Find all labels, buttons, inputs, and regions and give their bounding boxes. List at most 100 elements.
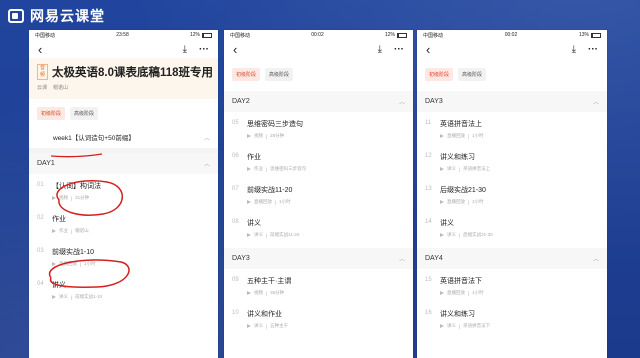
download-icon[interactable]: ⤓ — [183, 44, 187, 55]
lesson-type: 讲义 — [447, 232, 456, 237]
lesson-item[interactable]: 12 讲义和练习 讲义 | 英语拼音法上 — [417, 145, 607, 178]
download-icon[interactable]: ⤓ — [378, 44, 382, 55]
week-label: week1【认词造句+50前缀】 — [53, 135, 135, 142]
lesson-title: 讲义和作业 — [247, 311, 282, 318]
chevron-up-icon: ︿ — [398, 257, 405, 263]
more-icon[interactable]: ··· — [199, 44, 209, 55]
clock: 00:02 — [311, 32, 324, 38]
lesson-item[interactable]: 06 作业 作业 | 思维密码三步造句 — [224, 145, 413, 178]
day-label: DAY1 — [37, 160, 55, 167]
lesson-item[interactable]: 07 前缀实战11-20 直播回放 | 1小时 — [224, 178, 413, 211]
course-title: 太极英语8.0课表底稿118班专用 — [52, 67, 214, 79]
lesson-title: 英语拼音法下 — [440, 278, 482, 285]
lesson-info: 28分钟 — [270, 133, 285, 138]
lesson-number: 02 — [37, 215, 44, 221]
play-icon — [52, 262, 56, 266]
lesson-item[interactable]: 15 英语拼音法下 直播回放 | 1小时 — [417, 269, 607, 302]
lesson-item[interactable]: 09 五种主干·主谓 视频 | 35分钟 — [224, 269, 413, 302]
lesson-number: 07 — [232, 186, 239, 192]
lesson-title: 【认词】构词法 — [52, 183, 101, 190]
lesson-info: 五种主干 — [270, 323, 289, 328]
phone-screenshot-2: 中国移动 00:02 12% ‹ ⤓ ··· 初级阶段 高级阶段 DAY2 ︿ … — [224, 30, 413, 358]
lesson-item[interactable]: 01 【认词】构词法 视频 | 31分钟 — [29, 174, 218, 207]
lesson-number: 12 — [425, 153, 432, 159]
lesson-item[interactable]: 05 思维密码三步造句 视频 | 28分钟 — [224, 112, 413, 145]
download-icon[interactable]: ⤓ — [572, 44, 576, 55]
lesson-type: 直播回放 — [447, 133, 465, 138]
lesson-title: 后缀实战21-30 — [440, 187, 486, 194]
play-icon — [440, 167, 444, 171]
lesson-item[interactable]: 02 作业 作业 | 帽诺山 — [29, 207, 218, 240]
lesson-title: 作业 — [247, 154, 261, 161]
lesson-title: 讲义和练习 — [440, 154, 475, 161]
lesson-number: 16 — [425, 310, 432, 316]
lesson-title: 讲义 — [440, 220, 454, 227]
lesson-info: 思维密码三步造句 — [270, 166, 307, 171]
day-header-day3[interactable]: DAY3 ︿ — [224, 248, 413, 269]
play-icon — [247, 200, 251, 204]
lesson-number: 15 — [425, 277, 432, 283]
back-icon[interactable]: ‹ — [426, 43, 430, 56]
day-header-day4[interactable]: DAY4 ︿ — [417, 248, 607, 269]
lesson-item[interactable]: 14 讲义 讲义 | 后缀实战21-30 — [417, 211, 607, 244]
lesson-type: 直播回放 — [447, 199, 465, 204]
week-selector[interactable]: week1【认词造句+50前缀】 ︿ — [29, 126, 218, 148]
play-icon — [52, 229, 56, 233]
back-icon[interactable]: ‹ — [38, 43, 42, 56]
lesson-item[interactable]: 04 讲义 讲义 | 前缀实战1-10 — [29, 273, 218, 306]
chevron-up-icon: ︿ — [592, 100, 599, 106]
lesson-type: 讲义 — [254, 323, 263, 328]
day-header-day3[interactable]: DAY3 ︿ — [417, 91, 607, 112]
lesson-number: 13 — [425, 186, 432, 192]
tab-advanced[interactable]: 高级阶段 — [458, 68, 487, 81]
tab-advanced[interactable]: 高级阶段 — [70, 107, 99, 120]
lesson-item[interactable]: 11 英语拼音法上 直播回放 | 1小时 — [417, 112, 607, 145]
lesson-item[interactable]: 10 讲义和作业 讲义 | 五种主干 — [224, 302, 413, 335]
lesson-title: 前缀实战11-20 — [247, 187, 293, 194]
lesson-number: 04 — [37, 281, 44, 287]
lesson-title: 英语拼音法上 — [440, 121, 482, 128]
back-icon[interactable]: ‹ — [233, 43, 237, 56]
play-icon — [247, 291, 251, 295]
battery-icon — [201, 32, 212, 38]
lesson-type: 直播回放 — [447, 290, 465, 295]
lesson-title: 讲义和练习 — [440, 311, 475, 318]
lesson-info: 帽诺山 — [75, 228, 89, 233]
course-header: 音频 太极英语8.0课表底稿118班专用 云课 帽诺山 — [29, 58, 218, 99]
lesson-title: 作业 — [52, 216, 66, 223]
lesson-item[interactable]: 08 讲义 讲义 | 前缀实战11-20 — [224, 211, 413, 244]
stage-tabs: 初级阶段 高级阶段 — [224, 58, 413, 87]
lesson-number: 08 — [232, 219, 239, 225]
status-bar: 中国移动 00:02 12% — [224, 30, 413, 40]
play-icon — [440, 200, 444, 204]
tab-advanced[interactable]: 高级阶段 — [265, 68, 294, 81]
lesson-info: 1小时 — [84, 261, 96, 266]
phone-screenshot-3: 中国移动 00:02 13% ‹ ⤓ ··· 初级阶段 高级阶段 DAY3 ︿ … — [417, 30, 607, 358]
more-icon[interactable]: ··· — [588, 44, 598, 55]
lesson-number: 14 — [425, 219, 432, 225]
play-icon — [440, 134, 444, 138]
lesson-type: 作业 — [59, 228, 68, 233]
day-header-day2[interactable]: DAY2 ︿ — [224, 91, 413, 112]
play-icon — [247, 233, 251, 237]
lesson-title: 讲义 — [247, 220, 261, 227]
lesson-number: 09 — [232, 277, 239, 283]
lesson-item[interactable]: 03 前缀实战1-10 直播回放 | 1小时 — [29, 240, 218, 273]
battery-percent: 12% — [189, 32, 200, 38]
more-icon[interactable]: ··· — [394, 44, 404, 55]
lesson-item[interactable]: 13 后缀实战21-30 直播回放 | 1小时 — [417, 178, 607, 211]
day-header-day1[interactable]: DAY1 ︿ — [29, 153, 218, 174]
lesson-type: 视频 — [254, 290, 263, 295]
lesson-item[interactable]: 16 讲义和练习 讲义 | 英语拼音法下 — [417, 302, 607, 335]
play-icon — [440, 291, 444, 295]
chevron-up-icon: ︿ — [203, 135, 210, 142]
lesson-title: 讲义 — [52, 282, 66, 289]
tab-beginner[interactable]: 初级阶段 — [232, 68, 261, 81]
stage-tabs: 初级阶段 高级阶段 — [417, 58, 607, 87]
brand-name: 网易云课堂 — [30, 8, 105, 24]
lesson-info: 英语拼音法下 — [463, 323, 491, 328]
lesson-number: 01 — [37, 182, 44, 188]
status-bar: 中国移动 00:02 13% — [417, 30, 607, 40]
tab-beginner[interactable]: 初级阶段 — [37, 107, 66, 120]
tab-beginner[interactable]: 初级阶段 — [425, 68, 454, 81]
